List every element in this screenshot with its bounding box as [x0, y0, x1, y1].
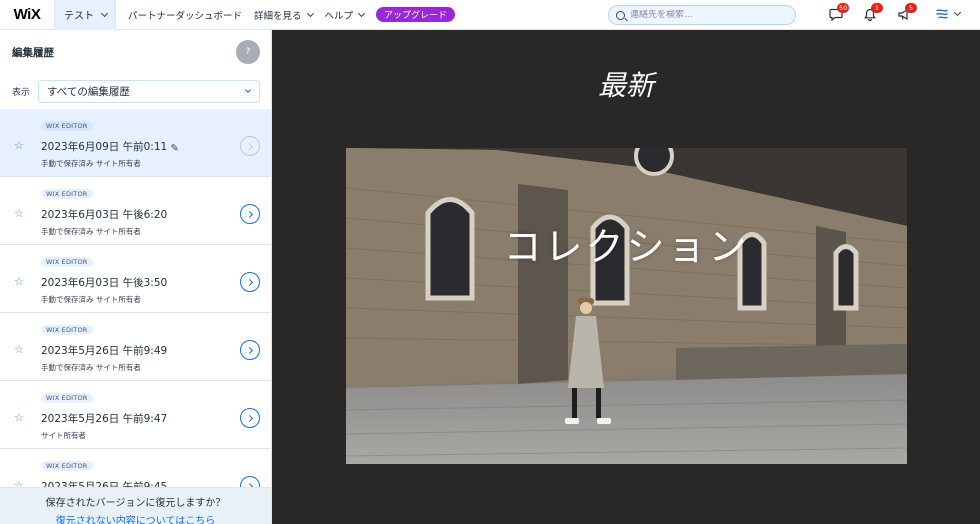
updates-button[interactable]: 5: [897, 3, 917, 21]
chevron-down-icon: [245, 86, 251, 93]
history-subtitle: 手動で保存済み サイト所有者: [41, 295, 141, 304]
star-icon[interactable]: ☆: [14, 207, 24, 220]
filter-dropdown[interactable]: すべての編集履歴: [38, 79, 260, 103]
notifications-button[interactable]: 1: [863, 3, 883, 21]
star-icon[interactable]: ☆: [14, 411, 24, 424]
history-item[interactable]: WIX EDITOR ☆ 2023年6月03日 午後3:50 手動で保存済み サ…: [0, 245, 271, 313]
site-name: テスト: [64, 11, 94, 22]
search-input[interactable]: [630, 10, 780, 20]
preview-heading: 最新: [597, 69, 654, 102]
chevron-right-icon: [245, 414, 253, 422]
nav-help[interactable]: ヘルプ: [324, 8, 366, 22]
open-version-button[interactable]: [240, 272, 260, 292]
nav-partner-dashboard[interactable]: パートナーダッシュボード: [128, 8, 242, 22]
history-date: 2023年5月26日 午前9:47: [41, 413, 168, 425]
chevron-right-icon: [245, 346, 253, 354]
messages-button[interactable]: 50: [829, 3, 850, 22]
messages-badge: 50: [837, 3, 850, 13]
editor-tag: WIX EDITOR: [41, 121, 93, 131]
open-version-button[interactable]: [240, 136, 260, 156]
open-version-button[interactable]: [240, 408, 260, 428]
pencil-icon[interactable]: ✎: [171, 143, 182, 151]
church-photo: [346, 148, 907, 464]
open-version-button[interactable]: [240, 340, 260, 360]
editor-tag: WIX EDITOR: [41, 393, 93, 403]
history-date: 2023年6月09日 午前0:11 ✎: [41, 139, 182, 154]
avatar-icon: [936, 9, 948, 19]
history-subtitle: 手動で保存済み サイト所有者: [41, 159, 141, 168]
search-icon: [616, 10, 625, 20]
notifications-badge: 1: [871, 3, 883, 13]
history-item[interactable]: WIX EDITOR ☆ 2023年6月03日 午後6:20 手動で保存済み サ…: [0, 177, 271, 245]
restore-question: 保存されたバージョンに復元しますか？: [45, 498, 226, 509]
open-version-button[interactable]: [240, 204, 260, 224]
wix-logo[interactable]: WiX: [0, 0, 55, 30]
star-icon[interactable]: ☆: [14, 343, 24, 356]
site-preview: 最新 コレクション: [272, 30, 980, 524]
filter-value: すべての編集履歴: [47, 85, 130, 98]
restore-info-link[interactable]: 復元されない内容についてはこちら: [0, 512, 271, 524]
updates-badge: 5: [905, 3, 917, 13]
history-subtitle: 手動で保存済み サイト所有者: [41, 363, 141, 372]
history-subtitle: 手動で保存済み サイト所有者: [41, 227, 141, 236]
history-subtitle: サイト所有者: [41, 431, 86, 440]
hero-title: コレクション: [503, 225, 750, 269]
chevron-down-icon: [100, 9, 109, 17]
star-icon[interactable]: ☆: [14, 139, 24, 152]
contact-search: [608, 5, 796, 25]
editor-tag: WIX EDITOR: [41, 189, 93, 199]
chevron-right-icon: [245, 210, 253, 218]
history-date: 2023年6月03日 午後6:20: [41, 209, 168, 221]
hero-image: コレクション: [346, 148, 907, 464]
history-item[interactable]: WIX EDITOR ☆ 2023年6月09日 午前0:11 ✎ 手動で保存済み …: [0, 109, 271, 177]
panel-title: 編集履歴: [12, 46, 54, 59]
chevron-right-icon: [245, 142, 253, 150]
filter-label: 表示: [12, 87, 31, 98]
nav-partner-dashboard-label: パートナーダッシュボード: [128, 10, 243, 22]
user-menu[interactable]: [935, 7, 962, 21]
history-item[interactable]: WIX EDITOR ☆ 2023年5月26日 午前9:49 手動で保存済み サ…: [0, 313, 271, 381]
nav-learn-more-label: 詳細を見る: [254, 10, 302, 22]
restore-footer: 保存されたバージョンに復元しますか？ 復元されない内容についてはこちら: [0, 487, 271, 524]
history-panel: 編集履歴 ? 表示 すべての編集履歴 WIX EDITOR ☆ 2023年6月0…: [0, 30, 272, 524]
editor-tag: WIX EDITOR: [41, 325, 93, 335]
filter-row: 表示 すべての編集履歴: [0, 74, 271, 108]
site-selector[interactable]: テスト: [55, 0, 116, 30]
chevron-down-icon: [358, 9, 366, 17]
editor-tag: WIX EDITOR: [41, 461, 93, 471]
chevron-right-icon: [245, 278, 253, 286]
history-date: 2023年5月26日 午前9:49: [41, 345, 168, 357]
history-item[interactable]: WIX EDITOR ☆ 2023年5月26日 午前9:47 サイト所有者: [0, 381, 271, 449]
history-date-text: 2023年6月09日 午前0:11: [41, 141, 168, 153]
history-date: 2023年6月03日 午後3:50: [41, 277, 168, 289]
top-bar: WiX テスト パートナーダッシュボード 詳細を見る ヘルプ アップグレード 5…: [0, 0, 980, 30]
chevron-down-icon: [306, 9, 314, 17]
chevron-down-icon: [953, 8, 962, 17]
editor-tag: WIX EDITOR: [41, 257, 93, 267]
nav-help-label: ヘルプ: [324, 10, 354, 22]
help-button[interactable]: ?: [236, 40, 260, 64]
star-icon[interactable]: ☆: [14, 275, 24, 288]
nav-learn-more[interactable]: 詳細を見る: [254, 8, 314, 22]
upgrade-button[interactable]: アップグレード: [376, 7, 456, 22]
panel-header: 編集履歴 ?: [0, 30, 271, 74]
history-list: WIX EDITOR ☆ 2023年6月09日 午前0:11 ✎ 手動で保存済み …: [0, 109, 271, 517]
